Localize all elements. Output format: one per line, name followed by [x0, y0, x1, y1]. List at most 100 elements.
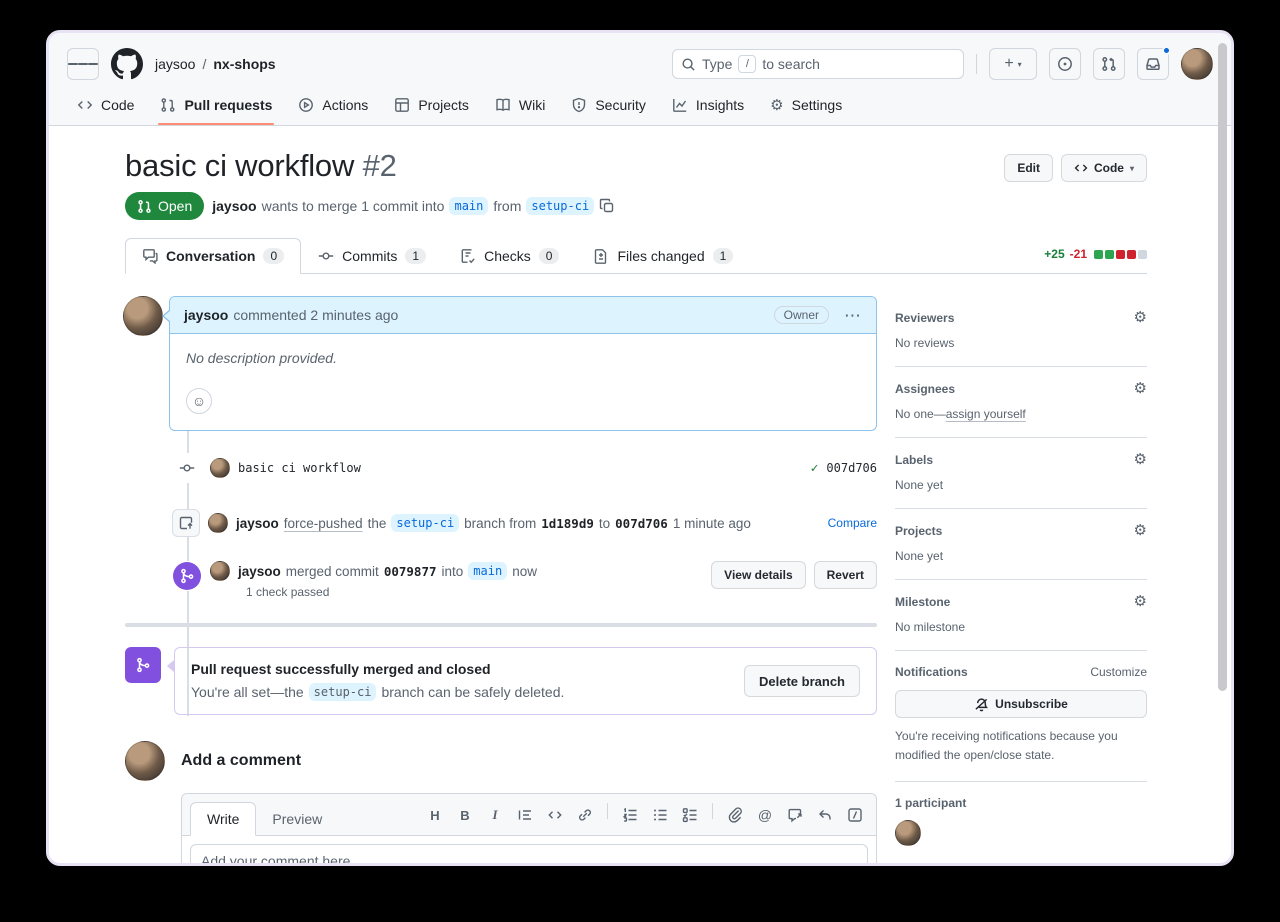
saved-replies-icon[interactable] [812, 803, 838, 827]
breadcrumb-repo[interactable]: nx-shops [213, 56, 275, 72]
head-branch-chip[interactable]: setup-ci [526, 197, 594, 215]
hamburger-menu-button[interactable] [67, 48, 99, 80]
event-author-avatar[interactable] [208, 513, 228, 533]
create-new-button[interactable]: + ▾ [989, 48, 1037, 80]
search-input[interactable]: Type / to search [672, 49, 964, 79]
revert-button[interactable]: Revert [814, 561, 877, 589]
shield-icon [571, 97, 587, 113]
comment-author-avatar[interactable] [123, 296, 163, 336]
write-tab[interactable]: Write [190, 802, 256, 836]
nav-tab-actions[interactable]: Actions [288, 87, 378, 125]
slash-commands-icon[interactable] [842, 803, 868, 827]
unordered-list-icon[interactable] [647, 803, 673, 827]
check-success-icon[interactable]: ✓ [811, 461, 819, 476]
pr-title: basic ci workflow #2 [125, 148, 397, 184]
diff-block [1116, 250, 1125, 259]
gear-icon[interactable]: ⚙ [1134, 381, 1147, 396]
nav-tab-security[interactable]: Security [561, 87, 656, 125]
tab-checks[interactable]: Checks 0 [443, 238, 576, 274]
view-details-button[interactable]: View details [711, 561, 805, 589]
quote-icon[interactable] [512, 803, 538, 827]
inbox-button[interactable] [1137, 48, 1169, 80]
formatting-toolbar: H B I @ [422, 803, 868, 835]
event-author-avatar[interactable] [210, 561, 230, 581]
attach-file-icon[interactable] [722, 803, 748, 827]
tab-conversation[interactable]: Conversation 0 [125, 238, 301, 274]
gear-icon[interactable]: ⚙ [1134, 452, 1147, 467]
participant-avatar[interactable] [895, 820, 921, 846]
checks-status[interactable]: 1 check passed [246, 585, 537, 599]
event-author[interactable]: jaysoo [238, 564, 281, 579]
old-sha[interactable]: 1d189d9 [541, 516, 594, 531]
task-list-icon[interactable] [677, 803, 703, 827]
breadcrumb: jaysoo / nx-shops [155, 56, 276, 72]
new-sha[interactable]: 007d706 [615, 516, 668, 531]
code-icon [77, 97, 93, 113]
github-logo-icon[interactable] [111, 48, 143, 80]
customize-link[interactable]: Customize [1090, 665, 1147, 679]
head-branch-chip[interactable]: setup-ci [309, 683, 377, 701]
assign-yourself-link[interactable]: assign yourself [946, 407, 1026, 421]
window-scrollbar[interactable] [1218, 43, 1227, 691]
compare-link[interactable]: Compare [828, 516, 877, 530]
tab-files-changed[interactable]: Files changed 1 [576, 238, 750, 274]
base-branch-chip[interactable]: main [449, 197, 488, 215]
gear-icon[interactable]: ⚙ [1134, 310, 1147, 325]
nav-tab-wiki[interactable]: Wiki [485, 87, 555, 125]
delete-branch-button[interactable]: Delete branch [744, 665, 860, 697]
pr-author[interactable]: jaysoo [212, 198, 256, 214]
merged-sha[interactable]: 0079877 [384, 564, 437, 579]
add-reaction-button[interactable]: ☺ [186, 388, 212, 414]
comment-caret [162, 309, 170, 323]
copy-icon[interactable] [599, 198, 615, 214]
tab-counter: 0 [263, 248, 284, 264]
pull-requests-button[interactable] [1093, 48, 1125, 80]
italic-icon[interactable]: I [482, 803, 508, 827]
slash-key-badge: / [738, 55, 756, 73]
head-branch-chip[interactable]: setup-ci [391, 514, 459, 532]
user-avatar[interactable] [1181, 48, 1213, 80]
merged-box-subtitle: You're all set—the setup-ci branch can b… [191, 683, 564, 701]
gear-icon[interactable]: ⚙ [1134, 523, 1147, 538]
event-author[interactable]: jaysoo [236, 516, 279, 531]
bold-icon[interactable]: B [452, 803, 478, 827]
commit-sha[interactable]: 007d706 [826, 461, 877, 475]
comment-textarea[interactable] [190, 844, 868, 866]
commit-message[interactable]: basic ci workflow [238, 461, 361, 475]
mention-icon[interactable]: @ [752, 803, 778, 827]
code-icon[interactable] [542, 803, 568, 827]
comment-body: No description provided. [186, 350, 860, 366]
git-merge-icon [125, 647, 161, 683]
nav-tab-projects[interactable]: Projects [384, 87, 479, 125]
nav-tab-code[interactable]: Code [67, 87, 144, 125]
box-caret [167, 660, 174, 672]
diffstat-blocks [1094, 250, 1147, 259]
unsubscribe-button[interactable]: Unsubscribe [895, 690, 1147, 718]
preview-tab[interactable]: Preview [256, 803, 338, 835]
chevron-down-icon: ▾ [1018, 60, 1022, 69]
nav-tab-insights[interactable]: Insights [662, 87, 754, 125]
heading-icon[interactable]: H [422, 803, 448, 827]
commit-event: basic ci workflow ✓ 007d706 [172, 453, 877, 483]
git-commit-icon [172, 453, 202, 483]
force-pushed-link[interactable]: force-pushed [284, 516, 363, 531]
ordered-list-icon[interactable] [617, 803, 643, 827]
sidebar-section-participants: 1 participant [895, 782, 1147, 866]
gear-icon[interactable]: ⚙ [1134, 594, 1147, 609]
breadcrumb-owner[interactable]: jaysoo [155, 56, 195, 72]
git-pull-request-icon [1101, 56, 1117, 72]
code-dropdown-button[interactable]: Code ▾ [1061, 154, 1147, 182]
edit-button[interactable]: Edit [1004, 154, 1053, 182]
nav-tab-settings[interactable]: ⚙ Settings [760, 87, 852, 125]
link-icon[interactable] [572, 803, 598, 827]
commit-author-avatar[interactable] [210, 458, 230, 478]
section-divider [125, 623, 877, 627]
cross-reference-icon[interactable] [782, 803, 808, 827]
issues-button[interactable] [1049, 48, 1081, 80]
kebab-menu-icon[interactable]: ⋯ [844, 307, 862, 324]
base-branch-chip[interactable]: main [468, 562, 507, 580]
nav-tab-pull-requests[interactable]: Pull requests [150, 87, 282, 125]
tab-commits[interactable]: Commits 1 [301, 238, 443, 274]
issue-opened-icon [1057, 56, 1073, 72]
comment-author[interactable]: jaysoo [184, 307, 228, 323]
